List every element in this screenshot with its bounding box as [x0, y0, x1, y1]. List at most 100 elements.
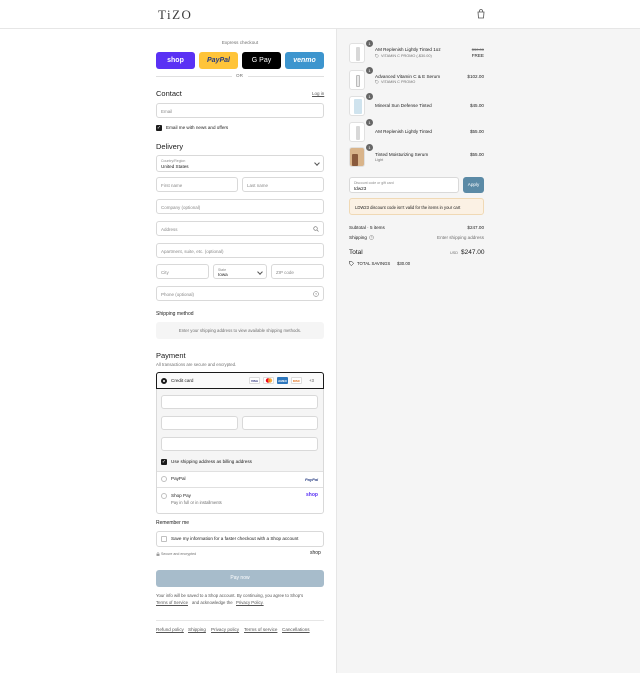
search-icon: [313, 226, 319, 232]
item-price: $55.00: [469, 152, 484, 157]
paypal-radio[interactable]: [161, 476, 167, 482]
shop-pay-express-button[interactable]: shop: [156, 52, 195, 69]
header: TiZO: [0, 0, 640, 29]
item-name: Tinted Moisturizing Serum: [375, 152, 429, 157]
shop-pay-logo: shop: [306, 492, 318, 498]
shopping-bag-icon[interactable]: [476, 9, 486, 19]
shop-pay-radio[interactable]: [161, 493, 167, 499]
item-original-price: $30.00: [471, 47, 484, 52]
footer-privacy-link[interactable]: Privacy policy: [211, 627, 239, 632]
apartment-placeholder: Apartment, suite, etc. (optional): [161, 248, 224, 254]
shipping-method-message: Enter your shipping address to view avai…: [178, 328, 302, 333]
currency-label: USD: [450, 251, 459, 255]
state-select[interactable]: State Iowa: [213, 264, 267, 279]
help-icon[interactable]: ?: [313, 291, 319, 297]
last-name-field[interactable]: Last name: [242, 177, 324, 192]
lock-icon: [156, 552, 160, 556]
shipping-method-placeholder: Enter your shipping address to view avai…: [156, 322, 324, 339]
save-info-label: Save my information for a faster checkou…: [171, 536, 299, 541]
or-text: OR: [236, 73, 243, 78]
country-select[interactable]: Country/Region United States: [156, 155, 324, 172]
total-value: $247.00: [461, 249, 485, 256]
terms-link[interactable]: Terms of Service: [156, 600, 188, 605]
discount-error-text: LDW23 discount code isn't valid for the …: [355, 205, 461, 210]
remember-me-heading: Remember me: [156, 520, 190, 526]
privacy-link[interactable]: Privacy Policy.: [236, 600, 264, 605]
save-info-checkbox[interactable]: [161, 536, 167, 542]
city-field[interactable]: City: [156, 264, 209, 279]
item-price: $102.00: [467, 74, 484, 79]
state-value: Iowa: [218, 272, 228, 277]
company-field[interactable]: Company (optional): [156, 199, 324, 214]
total-savings-value: $30.00: [397, 261, 411, 266]
first-name-field[interactable]: First name: [156, 177, 238, 192]
shop-logo: shop: [310, 550, 321, 556]
footer-cancellations-link[interactable]: Cancellations: [282, 627, 310, 632]
newsletter-label: Email me with news and offers: [166, 125, 229, 130]
delivery-heading: Delivery: [156, 142, 184, 151]
paypal-label: PayPal: [171, 476, 186, 481]
discount-error-banner: LDW23 discount code isn't valid for the …: [349, 198, 484, 215]
zip-field[interactable]: ZIP code: [271, 264, 324, 279]
payment-heading: Payment: [156, 351, 186, 360]
city-placeholder: City: [161, 269, 169, 275]
venmo-express-button[interactable]: venmo: [285, 52, 324, 69]
last-name-placeholder: Last name: [247, 182, 269, 188]
item-price: $55.00: [469, 129, 484, 134]
shipping-label: Shipping: [349, 235, 367, 240]
first-name-placeholder: First name: [161, 182, 183, 188]
paypal-logo: PayPal: [305, 477, 319, 482]
item-name: AM Replenish Lightly Tinted: [375, 129, 432, 134]
country-value: United States: [161, 164, 189, 169]
footer-terms-link[interactable]: Terms of service: [244, 627, 277, 632]
divider: [157, 487, 323, 488]
pay-now-button[interactable]: Pay now: [156, 570, 324, 587]
quantity-badge: 1: [366, 144, 373, 151]
email-placeholder: Email: [161, 108, 173, 114]
chevron-down-icon: [314, 160, 320, 166]
expiration-field[interactable]: [161, 416, 238, 430]
login-link[interactable]: Log in: [312, 91, 324, 96]
footer-shipping-link[interactable]: Shipping: [188, 627, 206, 632]
card-number-field[interactable]: [161, 395, 318, 409]
state-label: State: [218, 267, 227, 272]
store-logo[interactable]: TiZO: [158, 7, 192, 23]
chevron-down-icon: [257, 269, 263, 275]
discount-label: Discount code or gift card: [354, 180, 394, 185]
item-promo: VITAMIN C PROMO (-$30.00): [381, 54, 432, 58]
legal-text: Your info will be saved to a Shop accoun…: [156, 593, 304, 598]
security-code-field[interactable]: [242, 416, 318, 430]
total-label: Total: [349, 249, 363, 256]
item-name: Mineral Sun Defense Tinted: [375, 103, 432, 108]
product-thumbnail: [349, 122, 365, 142]
paypal-express-button[interactable]: PayPal: [199, 52, 238, 69]
address-field[interactable]: Address: [156, 221, 324, 236]
subtotal-value: $247.00: [467, 225, 484, 230]
name-on-card-field[interactable]: [161, 437, 318, 451]
item-promo: VITAMIN C PROMO: [381, 80, 416, 84]
shipping-method-heading: Shipping method: [156, 311, 194, 317]
country-label: Country/Region: [161, 158, 186, 163]
item-variant: Light: [375, 158, 384, 162]
apartment-field[interactable]: Apartment, suite, etc. (optional): [156, 243, 324, 258]
google-pay-express-button[interactable]: G Pay: [242, 52, 281, 69]
contact-heading: Contact: [156, 89, 182, 98]
credit-card-radio[interactable]: [161, 378, 167, 384]
phone-field[interactable]: Phone (optional) ?: [156, 286, 324, 301]
zip-placeholder: ZIP code: [276, 269, 294, 275]
newsletter-checkbox[interactable]: ✓: [156, 125, 162, 131]
express-checkout-label: Express checkout: [221, 40, 259, 45]
apply-button[interactable]: Apply: [463, 177, 484, 193]
amex-icon: AMEX: [277, 377, 288, 384]
footer-divider: [156, 620, 324, 621]
footer-refund-link[interactable]: Refund policy: [156, 627, 184, 632]
discount-code-field[interactable]: Discount code or gift card tdw23: [349, 177, 459, 193]
help-icon[interactable]: ?: [369, 235, 374, 240]
email-field[interactable]: Email: [156, 103, 324, 118]
divider: [157, 471, 323, 472]
secure-label: Secure and encrypted: [161, 552, 197, 556]
billing-same-checkbox[interactable]: ✓: [161, 459, 167, 465]
svg-text:?: ?: [371, 236, 373, 240]
legal-text-and: and acknowledge the: [192, 600, 233, 605]
company-placeholder: Company (optional): [161, 204, 201, 210]
